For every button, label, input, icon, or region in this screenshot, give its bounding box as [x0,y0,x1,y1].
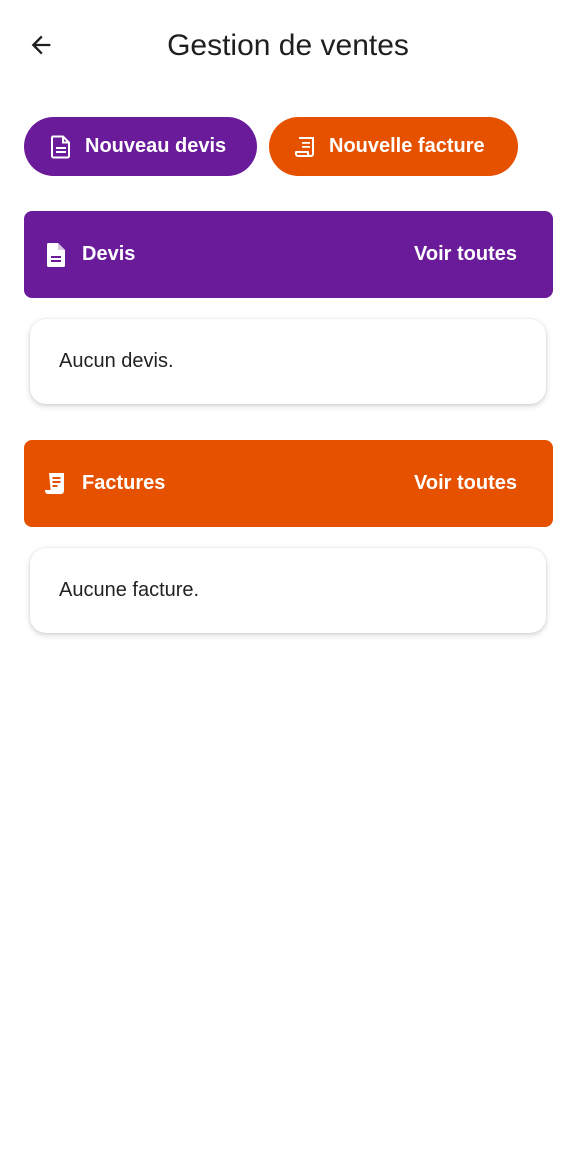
invoices-section-title: Factures [82,472,166,494]
quotes-section-header: Devis Voir toutes [24,211,553,298]
document-icon [44,242,68,268]
document-icon [49,135,73,159]
receipt-icon [44,471,68,497]
new-quote-label: Nouveau devis [85,135,227,157]
quotes-empty-text: Aucun devis. [59,350,174,372]
invoices-empty-text: Aucune facture. [59,579,200,601]
app-bar: Gestion de ventes [0,0,576,94]
quotes-section-title: Devis [82,243,136,265]
invoices-see-all-link[interactable]: Voir toutes [414,472,517,495]
invoices-section-header: Factures Voir toutes [24,440,553,527]
receipt-icon [293,135,317,159]
quotes-see-all-link[interactable]: Voir toutes [414,243,517,266]
new-invoice-button[interactable]: Nouvelle facture [269,117,518,176]
sales-management-screen: Gestion de ventes Nouveau devis Nouvelle… [0,0,576,1168]
new-invoice-label: Nouvelle facture [329,135,485,157]
new-quote-button[interactable]: Nouveau devis [24,117,257,176]
quotes-empty-card: Aucun devis. [30,319,546,404]
invoices-empty-card: Aucune facture. [30,548,546,633]
page-title: Gestion de ventes [167,29,409,62]
